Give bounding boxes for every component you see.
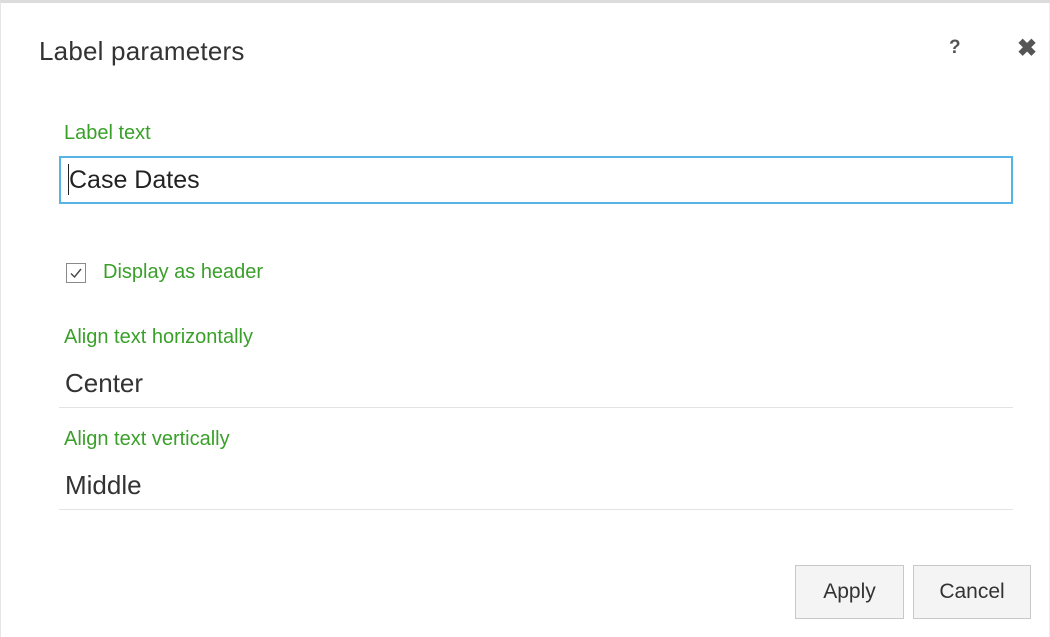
label-parameters-dialog: Label parameters ? ✖ Label text Display … xyxy=(0,0,1050,637)
label-text-label: Label text xyxy=(64,122,151,144)
cancel-button[interactable]: Cancel xyxy=(913,565,1031,619)
display-as-header-label: Display as header xyxy=(103,261,264,283)
display-as-header-checkbox[interactable] xyxy=(66,262,86,283)
close-icon[interactable]: ✖ xyxy=(1017,34,1037,63)
checkmark-icon xyxy=(70,268,82,278)
help-icon[interactable]: ? xyxy=(949,37,961,59)
align-horizontal-label: Align text horizontally xyxy=(64,326,253,348)
align-vertical-label: Align text vertically xyxy=(64,428,230,450)
display-as-header-checkbox-row[interactable]: Display as header xyxy=(66,261,263,284)
align-horizontal-select[interactable]: Center xyxy=(59,358,1013,408)
label-text-input[interactable] xyxy=(59,156,1013,204)
apply-button[interactable]: Apply xyxy=(795,565,904,619)
align-vertical-select[interactable]: Middle xyxy=(59,460,1013,510)
text-caret xyxy=(68,164,69,195)
dialog-title: Label parameters xyxy=(39,36,245,66)
